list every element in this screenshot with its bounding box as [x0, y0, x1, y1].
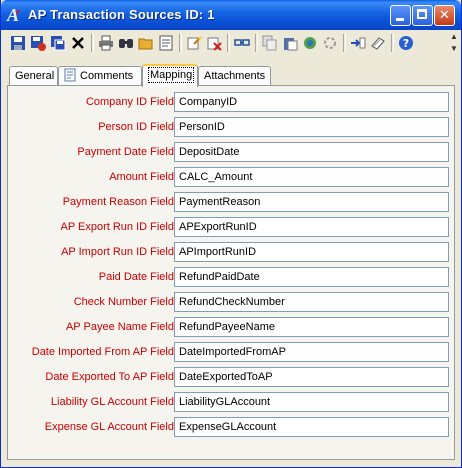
minimize-button[interactable]: [390, 5, 411, 26]
open-folder-icon[interactable]: [137, 34, 155, 52]
close-button[interactable]: ✕: [434, 5, 455, 26]
field-label: AP Import Run ID Field: [61, 246, 174, 258]
tab-label: Comments: [80, 70, 134, 82]
link-icon[interactable]: [233, 34, 251, 52]
form-row: Date Imported From AP Field DateImported…: [8, 340, 454, 365]
save-and-close-icon[interactable]: [29, 34, 47, 52]
minimize-icon: [396, 18, 404, 21]
form-row: Check Number Field RefundCheckNumber: [8, 290, 454, 315]
form-row: Liability GL Account Field LiabilityGLAc…: [8, 390, 454, 415]
notes-icon[interactable]: [157, 34, 175, 52]
tab-general[interactable]: General: [9, 66, 58, 85]
field-label: Expense GL Account Field: [44, 421, 174, 433]
field-label: AP Payee Name Field: [65, 321, 174, 333]
liability-gl-account-field-input[interactable]: LiabilityGLAccount: [174, 392, 449, 412]
ap-import-run-id-field-input[interactable]: APImportRunID: [174, 242, 449, 262]
tab-strip: General Comments Mapping Attachments: [9, 64, 449, 87]
app-logo-icon: Ar: [7, 5, 20, 25]
field-label: Date Exported To AP Field: [45, 371, 174, 383]
toolbar: ?: [3, 31, 447, 55]
window-title: AP Transaction Sources ID: 1: [28, 7, 215, 22]
field-label: Payment Date Field: [77, 146, 174, 158]
scroll-down-icon[interactable]: ▼: [449, 44, 459, 56]
find-icon[interactable]: [117, 34, 135, 52]
form-row: AP Import Run ID Field APImportRunID: [8, 240, 454, 265]
import-icon[interactable]: [349, 34, 367, 52]
field-label: Paid Date Field: [98, 271, 174, 283]
form-row: Expense GL Account Field ExpenseGLAccoun…: [8, 415, 454, 440]
date-imported-from-ap-field-input[interactable]: DateImportedFromAP: [174, 342, 449, 362]
field-label: Date Imported From AP Field: [31, 346, 174, 358]
form-row: Paid Date Field RefundPaidDate: [8, 265, 454, 290]
help-icon[interactable]: ?: [397, 34, 415, 52]
toolbar-separator: [391, 34, 394, 52]
save-as-icon[interactable]: [49, 34, 67, 52]
tab-comments[interactable]: Comments: [58, 66, 142, 85]
clear-icon[interactable]: [205, 34, 223, 52]
ap-export-run-id-field-input[interactable]: APExportRunID: [174, 217, 449, 237]
maximize-button[interactable]: [412, 5, 433, 26]
paste-icon[interactable]: [281, 34, 299, 52]
toolbar-separator: [179, 34, 182, 52]
check-number-field-input[interactable]: RefundCheckNumber: [174, 292, 449, 312]
title-bar[interactable]: Ar AP Transaction Sources ID: 1 ✕: [1, 0, 461, 30]
form-row: Person ID Field PersonID: [8, 115, 454, 140]
refresh-icon[interactable]: [301, 34, 319, 52]
save-icon[interactable]: [9, 34, 27, 52]
form-row: Amount Field CALC_Amount: [8, 165, 454, 190]
field-label: Company ID Field: [85, 96, 174, 108]
toolbar-scroll[interactable]: ▲ ▼: [447, 30, 461, 60]
copy-icon[interactable]: [261, 34, 279, 52]
payment-reason-field-input[interactable]: PaymentReason: [174, 192, 449, 212]
form-row: Payment Reason Field PaymentReason: [8, 190, 454, 215]
form-row: Date Exported To AP Field DateExportedTo…: [8, 365, 454, 390]
field-label: Amount Field: [109, 171, 174, 183]
form-row: Payment Date Field DepositDate: [8, 140, 454, 165]
maximize-icon: [417, 9, 427, 19]
scroll-up-icon[interactable]: ▲: [449, 32, 459, 44]
toolbar-separator: [227, 34, 230, 52]
field-label: Payment Reason Field: [62, 196, 174, 208]
delete-icon[interactable]: [69, 34, 87, 52]
company-id-field-input[interactable]: CompanyID: [174, 92, 449, 112]
tab-label: General: [15, 70, 55, 82]
ap-payee-name-field-input[interactable]: RefundPayeeName: [174, 317, 449, 337]
print-icon[interactable]: [97, 34, 115, 52]
close-icon: ✕: [439, 7, 450, 22]
payment-date-field-input[interactable]: DepositDate: [174, 142, 449, 162]
person-id-field-input[interactable]: PersonID: [174, 117, 449, 137]
toolbar-separator: [91, 34, 94, 52]
field-label: Person ID Field: [98, 121, 174, 133]
mapping-panel: Company ID Field CompanyID Person ID Fie…: [7, 85, 455, 460]
date-exported-to-ap-field-input[interactable]: DateExportedToAP: [174, 367, 449, 387]
expense-gl-account-field-input[interactable]: ExpenseGLAccount: [174, 417, 449, 437]
field-label: Liability GL Account Field: [50, 396, 174, 408]
svg-text:?: ?: [403, 37, 409, 50]
toolbar-separator: [255, 34, 258, 52]
tab-attachments[interactable]: Attachments: [198, 66, 271, 85]
tab-mapping[interactable]: Mapping: [142, 64, 198, 87]
form-row: Company ID Field CompanyID: [8, 90, 454, 115]
form-row: AP Payee Name Field RefundPayeeName: [8, 315, 454, 340]
tab-label: Attachments: [204, 70, 266, 82]
tab-label: Mapping: [148, 67, 195, 83]
paid-date-field-input[interactable]: RefundPaidDate: [174, 267, 449, 287]
field-label: AP Export Run ID Field: [60, 221, 174, 233]
attach-icon[interactable]: [369, 34, 387, 52]
wizard-icon[interactable]: [185, 34, 203, 52]
toolbar-separator: [343, 34, 346, 52]
reload-icon[interactable]: [321, 34, 339, 52]
amount-field-input[interactable]: CALC_Amount: [174, 167, 449, 187]
window: Ar AP Transaction Sources ID: 1 ✕ ? ▲ ▼ …: [0, 0, 462, 468]
form-row: AP Export Run ID Field APExportRunID: [8, 215, 454, 240]
field-label: Check Number Field: [73, 296, 174, 308]
